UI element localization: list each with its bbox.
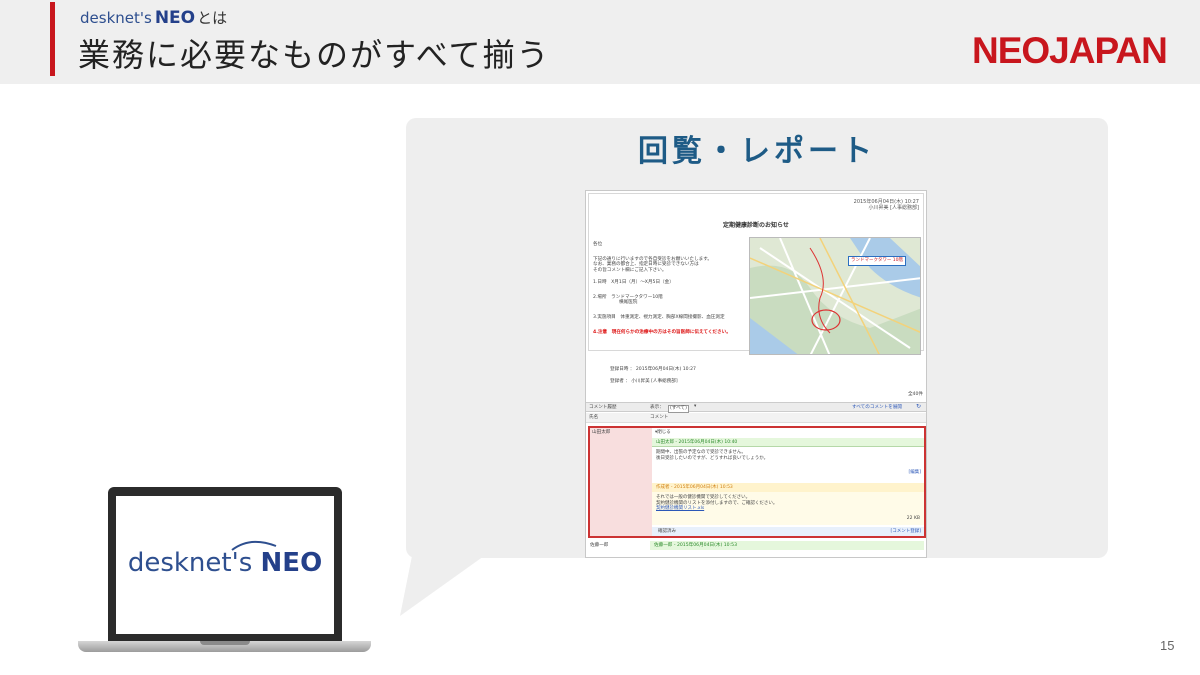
display-filter-select[interactable]: (すべて) [668, 405, 689, 413]
logo-arc-icon [231, 540, 277, 551]
comment-history-bar: コメント履歴 表示： (すべて) ▾ すべてのコメントを展開 ↻ [586, 402, 926, 413]
refresh-icon[interactable]: ↻ [916, 403, 921, 411]
attachment-link[interactable]: 契約健診機関リスト.xls [656, 506, 920, 512]
comment-message: 山田太郎 - 2015年06月04日(木) 10:40 期間中、出張の予定なので… [652, 438, 924, 476]
doc-item-content: 3.実施項目 体重測定、視力測定、胸部X線間接撮影、血圧測定 [593, 315, 725, 321]
doc-item-date: 1.日時 X月1日（月）～X月5日（金） [593, 279, 674, 285]
collapse-toggle[interactable]: ▾閉じる [655, 430, 671, 436]
next-comment-header: 佐藤一郎 - 2015年06月04日(木) 10:53 [650, 541, 924, 550]
comment-history-label: コメント履歴 [589, 405, 617, 410]
laptop-product-logo: desknet's NEO [116, 540, 334, 578]
comment-count: 全40件 [907, 392, 923, 397]
registered-at: 登録日時 ： 2015年06月04日(木) 10:27 [610, 367, 696, 372]
doc-greeting: 各位 [593, 242, 603, 247]
reply-message-header: 作成者 - 2015年06月04日(木) 10:53 [652, 483, 924, 492]
speech-tail [400, 556, 484, 616]
doc-title: 定期健康診断のお知らせ [723, 222, 789, 229]
comment-column-header: コメント [650, 415, 669, 420]
name-column-header: 氏名 [589, 415, 599, 420]
doc-date-block: 2015年06月04日(木) 10:27 小川昇美 [人事総務部] [854, 199, 919, 212]
next-comment-author: 佐藤一郎 [590, 543, 609, 548]
edit-comment-link[interactable]: [編集] [908, 470, 921, 476]
comment-message-line: 後日受診したいのですが、どうすれば良いでしょうか。 [656, 455, 769, 461]
panel-title: 回覧・レポート [638, 134, 876, 169]
attachment-size: 22 KB [906, 516, 920, 521]
slide-header: desknet's NEO とは 業務に必要なものがすべて揃う NEOJAPAN [0, 0, 1200, 84]
laptop-logo-prefix: desknet's [127, 548, 253, 578]
doc-author: 小川昇美 [人事総務部] [868, 205, 920, 212]
registered-by: 登録者 ： 小川昇美 [人事総務部] [610, 379, 678, 384]
register-comment-link[interactable]: [コメント登録] [890, 529, 921, 535]
header-brand: desknet's NEO とは [80, 7, 227, 28]
laptop-logo-name: NEO [260, 548, 323, 578]
display-label: 表示： [650, 405, 664, 410]
header-accent-bar [50, 2, 55, 76]
brand-suffix: とは [197, 9, 228, 27]
comment-footer: 確認済み [コメント登録] [652, 527, 924, 536]
page-number: 15 [1160, 638, 1175, 653]
chevron-down-icon[interactable]: ▾ [694, 404, 696, 410]
brand-name: NEO [154, 8, 196, 28]
comment-table-header: 氏名 コメント [586, 413, 926, 423]
map-label: ランドマークタワー 10階 [848, 256, 906, 266]
doc-item-place-sub: 横尾医院 [619, 300, 638, 306]
expand-all-comments-link[interactable]: すべてのコメントを展開 [852, 405, 902, 411]
brand-prefix: desknet's [80, 9, 152, 27]
doc-body: 各位 下記の通りに行いますので各自受診をお願いいたします。 なお、業務の都合上、… [593, 242, 753, 339]
comment-thread-body: ▾閉じる 山田太郎 - 2015年06月04日(木) 10:40 期間中、出張の… [652, 428, 924, 536]
next-comment-row: 佐藤一郎 佐藤一郎 - 2015年06月04日(木) 10:53 [586, 541, 926, 557]
location-map[interactable]: ランドマークタワー 10階 [749, 237, 921, 355]
circular-report-screenshot: 2015年06月04日(木) 10:27 小川昇美 [人事総務部] 定期健康診断… [585, 190, 927, 558]
highlighted-comment-thread: 山田太郎 ▾閉じる 山田太郎 - 2015年06月04日(木) 10:40 期間… [588, 426, 926, 538]
reply-message: 作成者 - 2015年06月04日(木) 10:53 それでは一般の健診機関で受… [652, 483, 924, 525]
comment-message-header: 山田太郎 - 2015年06月04日(木) 10:40 [652, 438, 924, 447]
confirmed-status: 確認済み [658, 529, 676, 534]
comment-author-name: 山田太郎 [592, 430, 611, 435]
slide-title: 業務に必要なものがすべて揃う [78, 36, 551, 74]
company-logo: NEOJAPAN [972, 30, 1168, 71]
laptop-notch [200, 641, 250, 645]
doc-item-note: 4.注意 現在何らかの治療中の方はその旨医師に伝えてください。 [593, 329, 731, 335]
